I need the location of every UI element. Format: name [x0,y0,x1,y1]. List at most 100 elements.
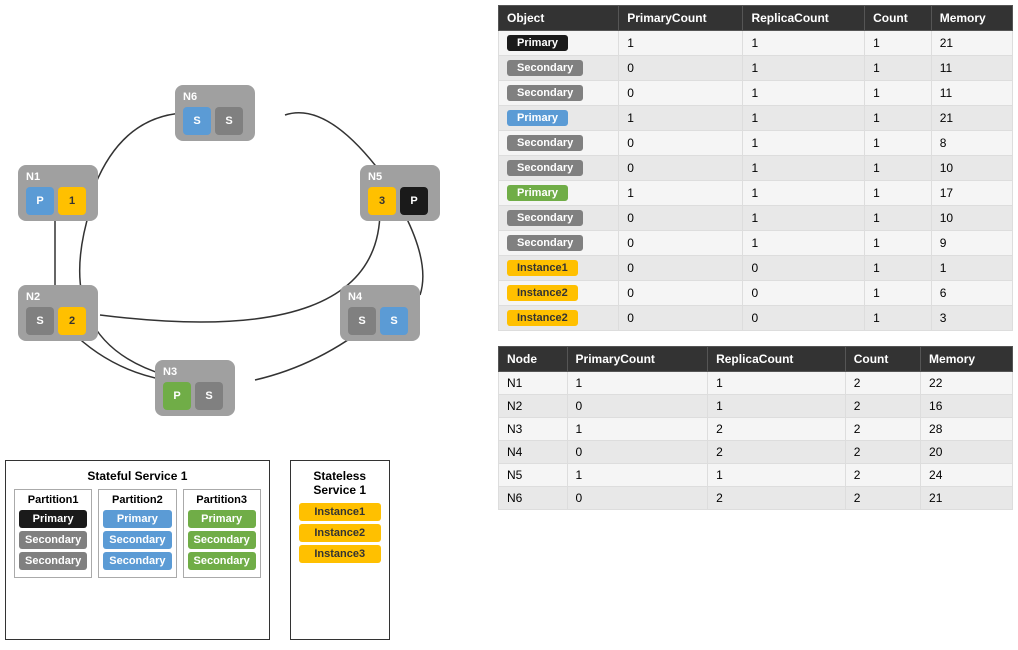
node-memory: 24 [921,464,1013,487]
table-row: N2 0 1 2 16 [499,395,1013,418]
col-replicacount: ReplicaCount [743,6,865,31]
table-row: Secondary 0 1 1 9 [499,231,1013,256]
primary-count-cell: 1 [619,31,743,56]
node-count: 2 [845,372,920,395]
p3-secondary1: Secondary [188,531,256,549]
tables-area: Object PrimaryCount ReplicaCount Count M… [498,5,1013,525]
node-replica-count: 2 [708,487,846,510]
token-s-n4a: S [348,307,376,335]
col-object: Object [499,6,619,31]
table-row: N5 1 1 2 24 [499,464,1013,487]
stateless-instance3: Instance3 [299,545,381,563]
node-cell: N5 [499,464,568,487]
node-n5: N5 3 P [360,165,440,221]
token-s-n3: S [195,382,223,410]
token-p1: P [26,187,54,215]
partition3-col: Partition3 Primary Secondary Secondary [183,489,261,578]
node-memory: 21 [921,487,1013,510]
object-badge: Secondary [507,135,583,151]
token-2: 2 [58,307,86,335]
node-count: 2 [845,441,920,464]
legend-area: Stateful Service 1 Partition1 Primary Se… [0,455,490,645]
node-memory: 22 [921,372,1013,395]
node-memory: 20 [921,441,1013,464]
node-n3: N3 P S [155,360,235,416]
primary-count-cell: 1 [619,181,743,206]
primary-count-cell: 0 [619,231,743,256]
object-cell: Secondary [499,206,619,231]
object-badge: Instance2 [507,310,578,326]
object-cell: Secondary [499,56,619,81]
object-cell: Primary [499,106,619,131]
table-row: Secondary 0 1 1 11 [499,81,1013,106]
node-cell: N4 [499,441,568,464]
table-row: Secondary 0 1 1 10 [499,156,1013,181]
node-primary-count: 0 [567,441,708,464]
table-row: Primary 1 1 1 21 [499,106,1013,131]
token-3: 3 [368,187,396,215]
token-s-n4b: S [380,307,408,335]
table-row: Primary 1 1 1 17 [499,181,1013,206]
partition1-col: Partition1 Primary Secondary Secondary [14,489,92,578]
node-cell: N1 [499,372,568,395]
object-badge: Secondary [507,160,583,176]
object-badge: Primary [507,185,568,201]
replica-count-cell: 0 [743,306,865,331]
col-count: Count [865,6,932,31]
replica-count-cell: 1 [743,131,865,156]
p1-primary: Primary [19,510,87,528]
table-row: Instance1 0 0 1 1 [499,256,1013,281]
object-cell: Secondary [499,156,619,181]
object-badge: Instance1 [507,260,578,276]
object-badge: Secondary [507,235,583,251]
count-cell: 1 [865,206,932,231]
partition2-col: Partition2 Primary Secondary Secondary [98,489,176,578]
node-primary-count: 0 [567,487,708,510]
node-replica-count: 1 [708,372,846,395]
node-cell: N2 [499,395,568,418]
memory-cell: 9 [931,231,1012,256]
table-row: Secondary 0 1 1 10 [499,206,1013,231]
col-primarycount: PrimaryCount [619,6,743,31]
p3-primary: Primary [188,510,256,528]
stateful-title: Stateful Service 1 [14,469,261,483]
primary-count-cell: 1 [619,106,743,131]
memory-cell: 10 [931,156,1012,181]
node-primary-count: 1 [567,418,708,441]
object-cell: Secondary [499,231,619,256]
stateful-legend: Stateful Service 1 Partition1 Primary Se… [5,460,270,640]
count-cell: 1 [865,131,932,156]
col-node-replicacount: ReplicaCount [708,347,846,372]
token-p3: P [163,382,191,410]
object-cell: Secondary [499,81,619,106]
table-row: N6 0 2 2 21 [499,487,1013,510]
table-row: Instance2 0 0 1 3 [499,306,1013,331]
node-n6: N6 S S [175,85,255,141]
partitions-container: Partition1 Primary Secondary Secondary P… [14,489,261,578]
node-replica-count: 1 [708,464,846,487]
stateless-instance2: Instance2 [299,524,381,542]
memory-cell: 8 [931,131,1012,156]
count-cell: 1 [865,181,932,206]
replica-count-cell: 1 [743,231,865,256]
object-cell: Primary [499,181,619,206]
replica-count-cell: 1 [743,31,865,56]
network-diagram [0,0,490,450]
col-node-count: Count [845,347,920,372]
node-primary-count: 1 [567,372,708,395]
object-badge: Instance2 [507,285,578,301]
object-cell: Primary [499,31,619,56]
table-row: Primary 1 1 1 21 [499,31,1013,56]
memory-cell: 17 [931,181,1012,206]
col-node-memory: Memory [921,347,1013,372]
count-cell: 1 [865,56,932,81]
object-badge: Primary [507,35,568,51]
replica-count-cell: 1 [743,106,865,131]
node-cell: N6 [499,487,568,510]
token-s-n6b: S [215,107,243,135]
primary-count-cell: 0 [619,81,743,106]
p2-secondary2: Secondary [103,552,171,570]
primary-count-cell: 0 [619,56,743,81]
count-cell: 1 [865,106,932,131]
object-badge: Secondary [507,85,583,101]
